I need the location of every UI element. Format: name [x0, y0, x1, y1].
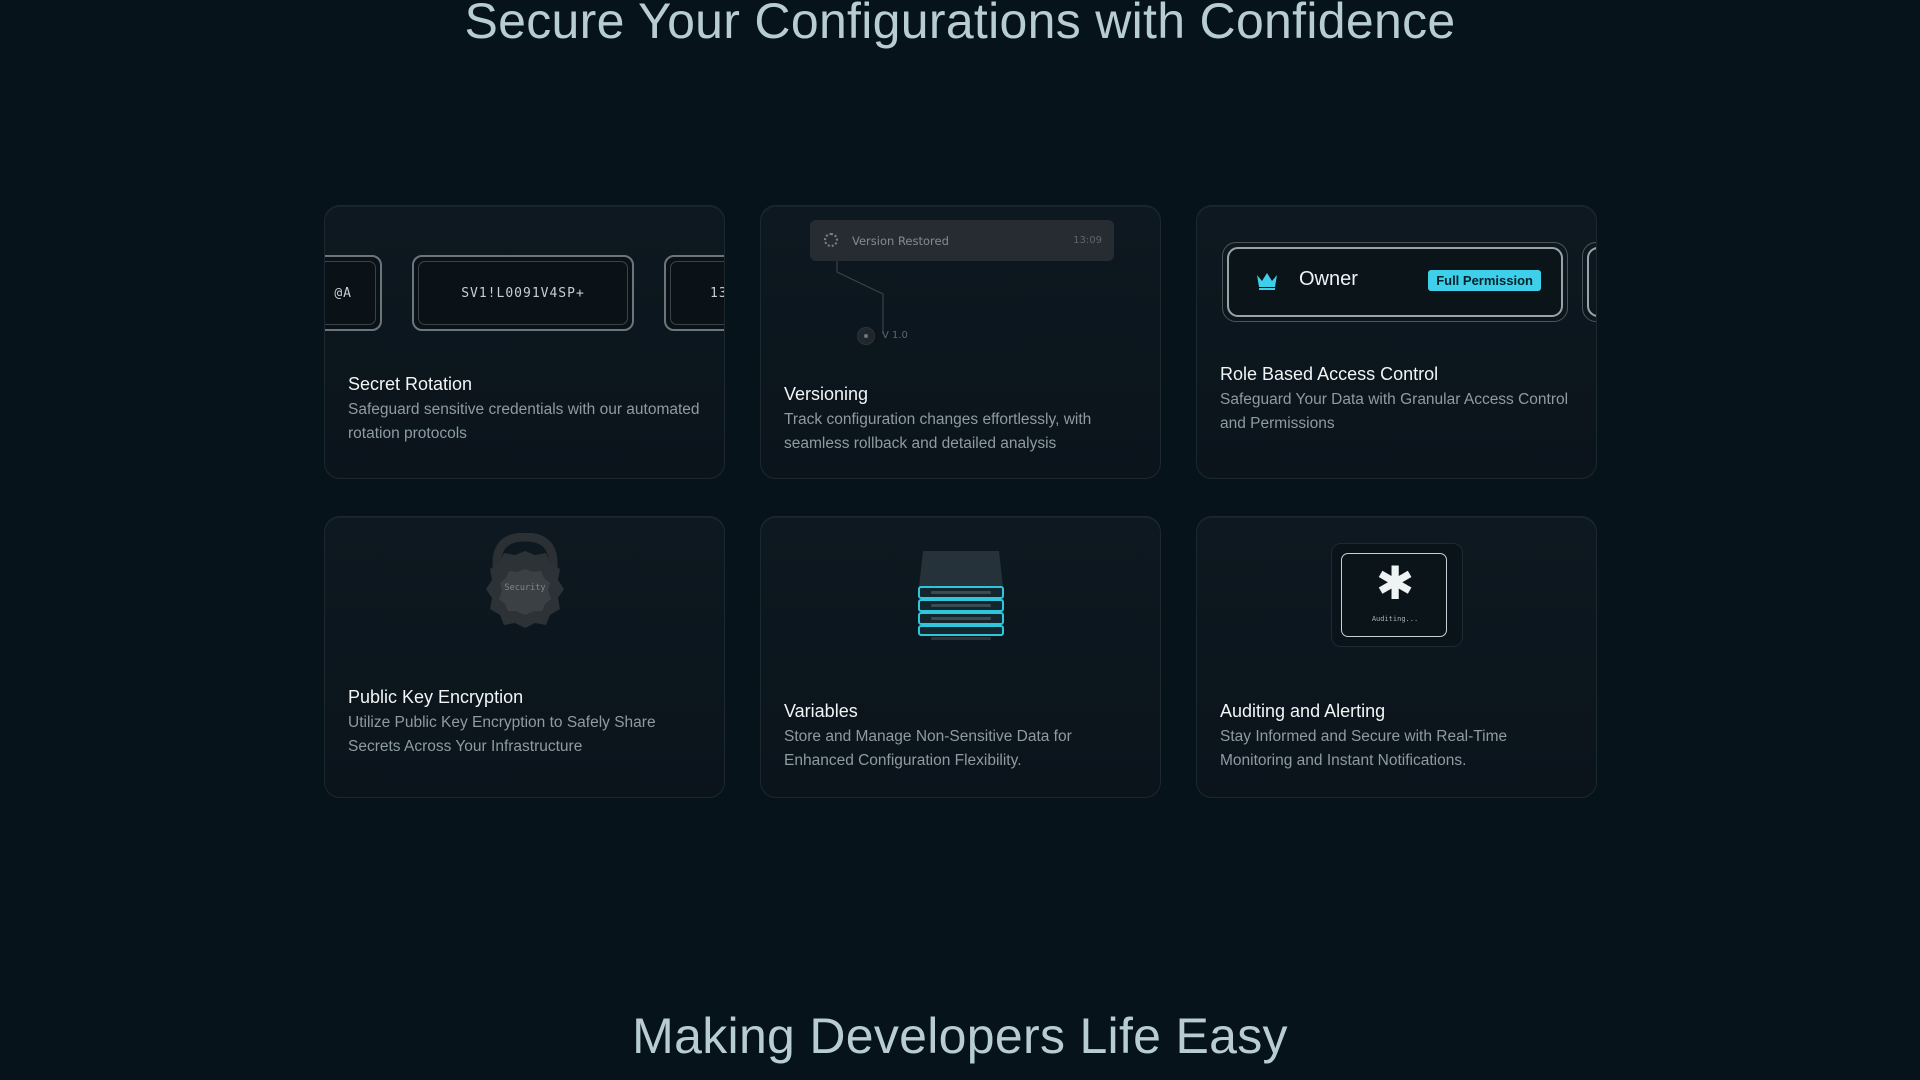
card-auditing-alerting: ✱ Auditing... Auditing and Alerting Stay… — [1196, 516, 1597, 798]
card-description: Utilize Public Key Encryption to Safely … — [348, 714, 656, 755]
card-title: Role Based Access Control — [1220, 364, 1439, 384]
audit-panel: ✱ Auditing... — [1331, 543, 1463, 647]
secret-chip-center: SV1!L0091V4SP+ — [412, 255, 634, 331]
card-rbac: Owner Full Permission Role Based Access … — [1196, 205, 1597, 479]
card-title: Public Key Encryption — [348, 687, 524, 707]
version-label: V 1.0 — [882, 330, 908, 341]
lock-label: Security — [504, 583, 546, 593]
version-dot — [857, 327, 875, 345]
page-title: Secure Your Configurations with Confiden… — [464, 0, 1456, 49]
page: Secure Your Configurations with Confiden… — [0, 0, 1920, 1080]
card-description: Safeguard Your Data with Granular Access… — [1220, 391, 1569, 432]
secret-value: 13 — [710, 285, 724, 301]
stack-icon — [918, 551, 1004, 640]
card-variables: Variables Store and Manage Non-Sensitive… — [760, 516, 1161, 798]
card-description: Safeguard sensitive credentials with our… — [348, 401, 700, 442]
lock-icon: Security — [480, 532, 570, 645]
card-public-key-encryption: Security Public Key Encryption Utilize P… — [324, 516, 725, 798]
card-secret-rotation: @A SV1!L0091V4SP+ 13 Secret Rotation Saf… — [324, 205, 725, 479]
version-connector — [836, 261, 884, 334]
card-description: Stay Informed and Secure with Real-Time … — [1220, 728, 1508, 769]
crown-icon — [1257, 273, 1277, 290]
secret-chip-left: @A — [325, 255, 382, 331]
card-description: Store and Manage Non-Sensitive Data for … — [784, 728, 1072, 769]
card-description: Track configuration changes effortlessly… — [784, 411, 1092, 452]
secret-chip-right: 13 — [664, 255, 724, 331]
card-title: Secret Rotation — [348, 374, 473, 394]
card-title: Versioning — [784, 384, 869, 404]
audit-label: Auditing... — [1371, 615, 1419, 623]
role-name: Owner — [1299, 268, 1358, 290]
secret-value: SV1!L0091V4SP+ — [461, 285, 585, 301]
role-card: Owner Full Permission — [1222, 242, 1568, 322]
card-title: Auditing and Alerting — [1220, 701, 1386, 721]
permission-badge: Full Permission — [1428, 270, 1541, 291]
role-card-next — [1582, 242, 1596, 322]
secret-value: @A — [334, 285, 352, 301]
asterisk-icon: ✱ — [1375, 556, 1415, 610]
card-versioning: Version Restored 13:09 V 1.0 Versioning … — [760, 205, 1161, 479]
audit-screen: ✱ Auditing... — [1341, 553, 1447, 637]
section-title: Making Developers Life Easy — [632, 1008, 1288, 1064]
role-card-inner: Owner Full Permission — [1227, 247, 1563, 317]
card-title: Variables — [784, 701, 858, 721]
